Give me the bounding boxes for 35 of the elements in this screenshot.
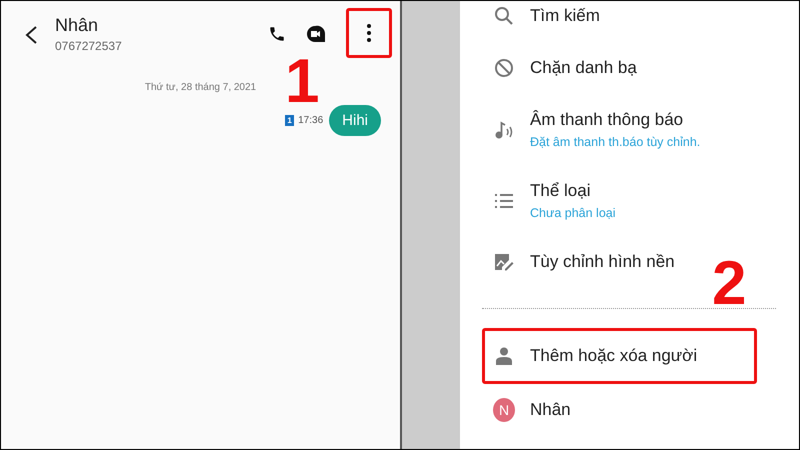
message-time: 17:36 (298, 115, 324, 126)
person-icon (496, 347, 512, 365)
step-number: 2 (712, 253, 746, 315)
menu-item-title: Tùy chỉnh hình nền (530, 252, 675, 272)
phone-number: 0767272537 (55, 39, 122, 53)
music-note-icon (494, 120, 514, 140)
contact-name: Nhân (55, 15, 100, 36)
block-icon (494, 58, 514, 78)
menu-item-title: Chặn danh bạ (530, 58, 637, 78)
step-number: 1 (285, 51, 320, 113)
menu-item[interactable]: Thể loại Chưa phân loại (482, 165, 629, 236)
menu-item-title: Thêm hoặc xóa người (530, 346, 698, 366)
sim-badge: 1 (285, 115, 294, 126)
phone-icon[interactable] (268, 25, 286, 43)
list-icon (495, 192, 513, 208)
menu-item[interactable]: N Nhân (482, 384, 584, 436)
menu-item-title: Thể loại (530, 181, 592, 201)
menu-item[interactable]: Chặn danh bạ (482, 42, 650, 94)
menu-item-title: Nhân (530, 400, 571, 420)
back-icon[interactable] (24, 25, 38, 45)
menu-item-title: Âm thanh thông báo (530, 110, 684, 130)
menu-item-title: Tìm kiếm (530, 6, 600, 26)
menu-item[interactable]: Tìm kiếm (482, 1, 613, 42)
menu-item-subtitle: Đặt âm thanh th.báo tùy chỉnh. (530, 135, 700, 149)
video-call-icon[interactable] (306, 25, 326, 43)
menu-item-subtitle: Chưa phân loại (530, 206, 616, 220)
menu-item[interactable]: Thêm hoặc xóa người (482, 328, 757, 384)
menu-item[interactable]: Âm thanh thông báo Đặt âm thanh th.báo tùy chỉnh. (482, 94, 714, 165)
image-edit-icon (494, 253, 514, 271)
menu-item[interactable]: Tùy chỉnh hình nền (482, 236, 688, 288)
search-icon (494, 6, 514, 26)
contact-avatar: N (493, 398, 515, 422)
more-icon (367, 24, 371, 42)
more-options-button[interactable] (346, 8, 392, 58)
date-separator: Thứ tư, 28 tháng 7, 2021 (144, 82, 258, 93)
